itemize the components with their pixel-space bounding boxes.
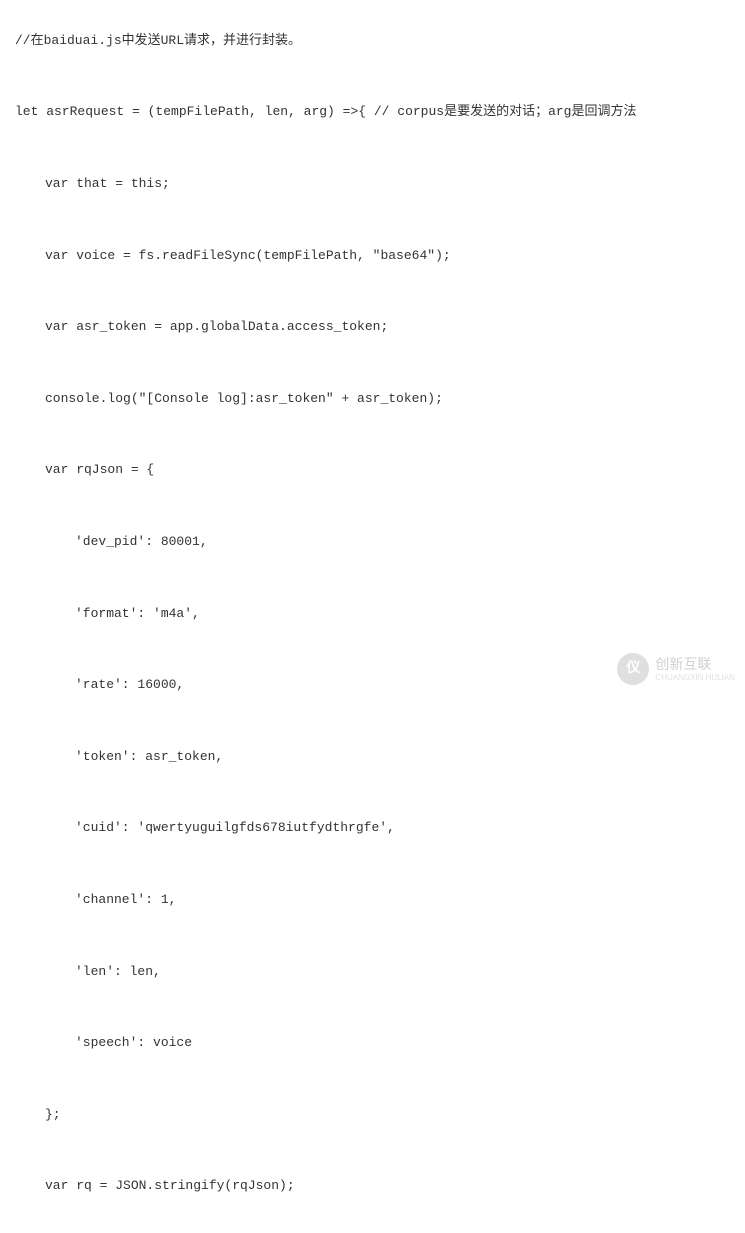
code-content: //在baiduai.js中发送URL请求，并进行封装。 let asrRequ…: [15, 10, 730, 1233]
code-line-token: 'token': asr_token,: [15, 747, 730, 768]
watermark-logo-icon: 仪: [617, 653, 649, 685]
code-line-channel: 'channel': 1,: [15, 890, 730, 911]
code-line-var-token: var asr_token = app.globalData.access_to…: [15, 317, 730, 338]
code-line-console-log: console.log("[Console log]:asr_token" + …: [15, 389, 730, 410]
code-line-devpid: 'dev_pid': 80001,: [15, 532, 730, 553]
code-line-stringify: var rq = JSON.stringify(rqJson);: [15, 1176, 730, 1197]
code-line-comment: //在baiduai.js中发送URL请求，并进行封装。: [15, 31, 730, 52]
watermark-text-block: 创新互联 CHUANGXIN HULIAN: [655, 656, 735, 682]
watermark-sub-text: CHUANGXIN HULIAN: [655, 673, 735, 683]
code-line-rqjson-open: var rqJson = {: [15, 460, 730, 481]
watermark: 仪 创新互联 CHUANGXIN HULIAN: [617, 653, 735, 685]
watermark-main-text: 创新互联: [655, 656, 711, 672]
code-line-function-decl: let asrRequest = (tempFilePath, len, arg…: [15, 102, 730, 123]
code-line-cuid: 'cuid': 'qwertyuguilgfds678iutfydthrgfe'…: [15, 818, 730, 839]
code-line-var-voice: var voice = fs.readFileSync(tempFilePath…: [15, 246, 730, 267]
code-line-len: 'len': len,: [15, 962, 730, 983]
code-line-rqjson-close: };: [15, 1105, 730, 1126]
code-line-format: 'format': 'm4a',: [15, 604, 730, 625]
code-line-var-that: var that = this;: [15, 174, 730, 195]
code-line-speech: 'speech': voice: [15, 1033, 730, 1054]
